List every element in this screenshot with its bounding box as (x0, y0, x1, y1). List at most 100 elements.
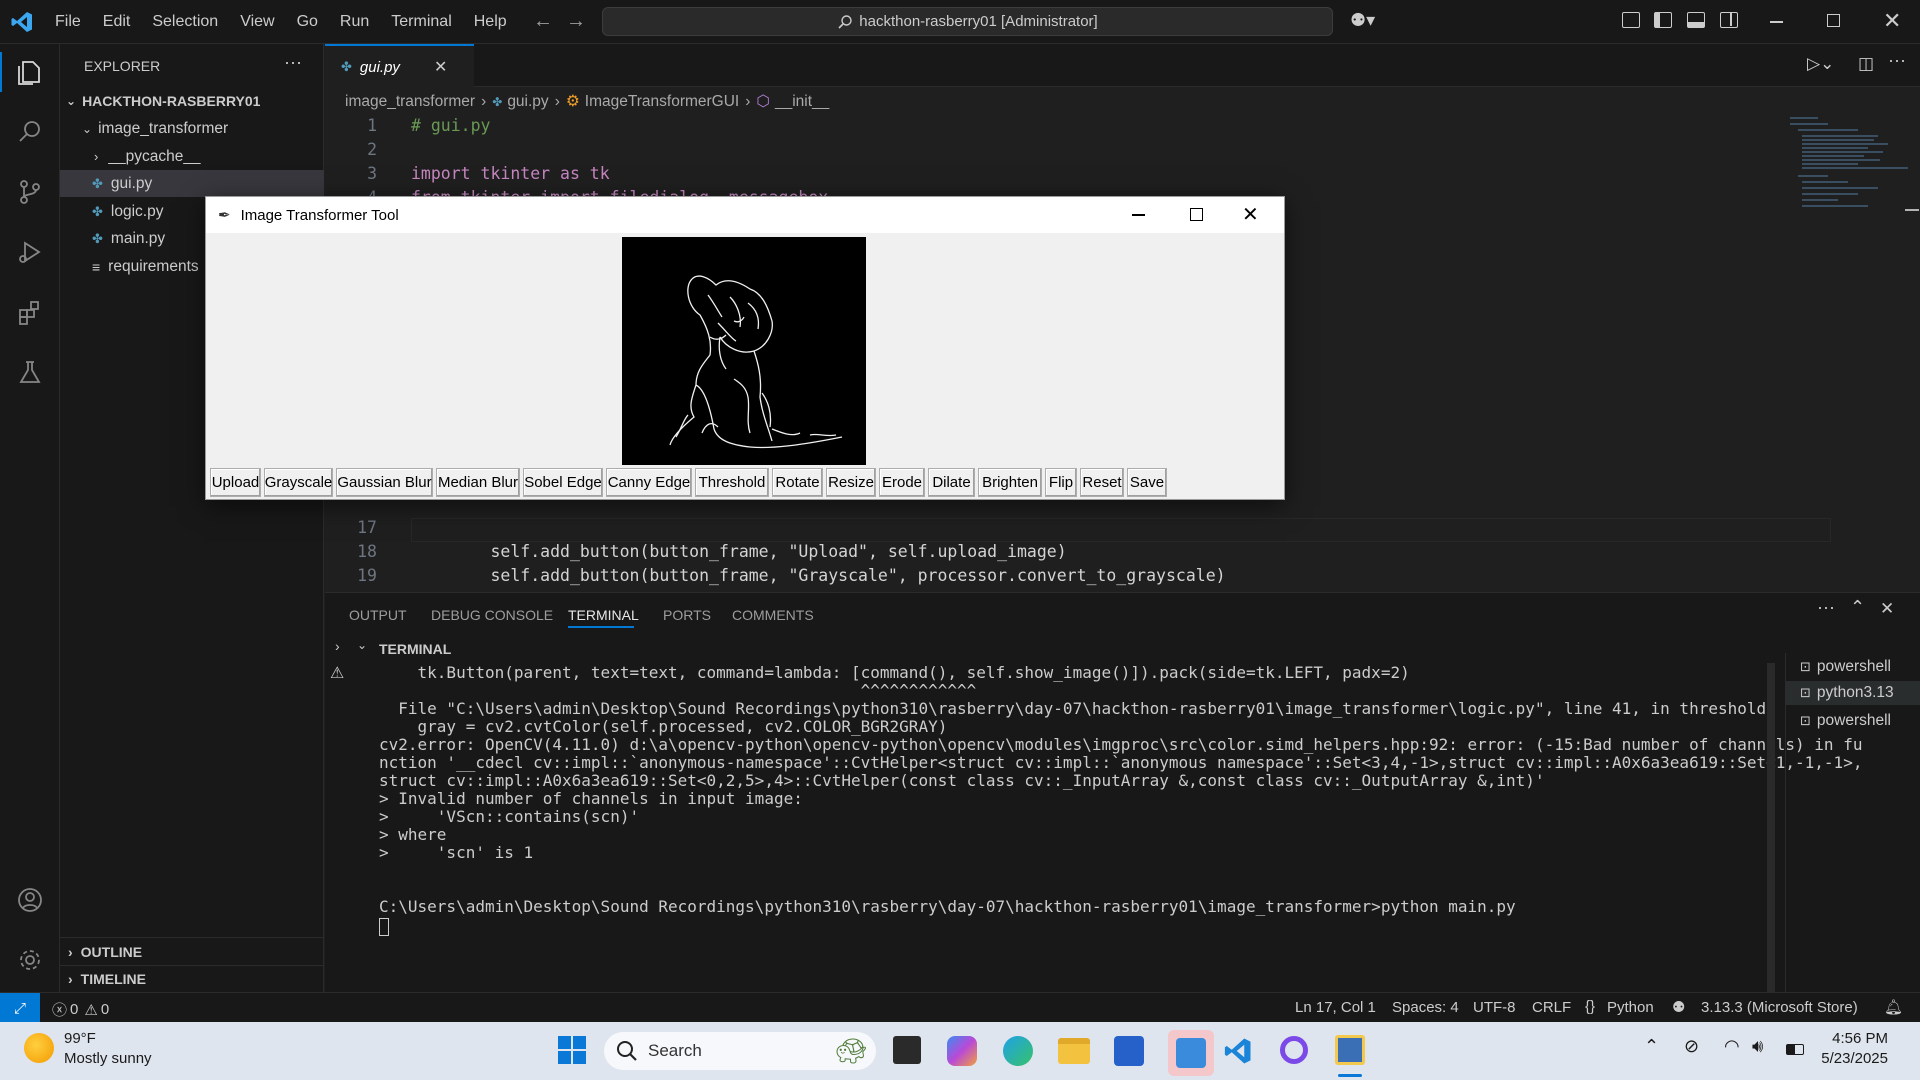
battery-icon[interactable] (1786, 1044, 1804, 1055)
reset-button[interactable]: Reset (1080, 468, 1124, 497)
edge-browser-icon[interactable] (1003, 1036, 1033, 1066)
menu-go[interactable]: Go (286, 13, 329, 31)
resize-button[interactable]: Resize (826, 468, 876, 497)
code-line[interactable]: 3 import tkinter as tk (325, 164, 610, 188)
wifi-icon[interactable]: ◠ (1724, 1036, 1740, 1057)
copilot-icon[interactable]: ⚉▾ (1350, 10, 1375, 31)
vscode-taskbar-icon[interactable] (1223, 1036, 1253, 1066)
menu-edit[interactable]: Edit (92, 13, 142, 31)
editor-more-icon[interactable]: ··· (1888, 50, 1906, 71)
timeline-section[interactable]: › TIMELINE (60, 965, 324, 992)
chevron-down-icon[interactable]: ⌄ (357, 638, 367, 652)
file-explorer-icon[interactable] (1058, 1038, 1090, 1064)
more-actions-icon[interactable]: ··· (284, 52, 302, 73)
clock-date[interactable]: 5/23/2025 (1818, 1050, 1888, 1067)
language-mode[interactable]: Python (1607, 999, 1654, 1016)
maximize-panel-icon[interactable]: ⌃ (1850, 597, 1865, 618)
code-line[interactable]: 18 self.add_button(button_frame, "Upload… (325, 542, 1067, 566)
close-icon[interactable]: ✕ (1242, 202, 1259, 227)
panel-more-icon[interactable]: ··· (1817, 597, 1835, 618)
maximize-icon[interactable] (1190, 208, 1203, 221)
save-button[interactable]: Save (1127, 468, 1167, 497)
encoding[interactable]: UTF-8 (1473, 999, 1516, 1016)
canny-edge-button[interactable]: Canny Edge (606, 468, 692, 497)
minimize-icon[interactable] (1132, 214, 1145, 216)
code-line[interactable]: 2 (325, 140, 385, 164)
microsoft-store-icon[interactable] (1114, 1036, 1144, 1066)
brighten-button[interactable]: Brighten (978, 468, 1042, 497)
median-blur-button[interactable]: Median Blur (436, 468, 520, 497)
problems-status[interactable]: ⓧ 0 ⚠ 0 (52, 999, 109, 1020)
menu-help[interactable]: Help (463, 13, 518, 31)
folder-pycache[interactable]: › __pycache__ (60, 143, 324, 170)
tab-comments[interactable]: COMMENTS (732, 607, 814, 623)
minimap[interactable] (1788, 114, 1920, 224)
command-center[interactable]: hackthon-rasberry01 [Administrator] (602, 7, 1333, 36)
toggle-panel-icon[interactable] (1687, 12, 1705, 28)
notifications-bell-icon[interactable]: 🔔︎ (1884, 998, 1903, 1016)
toggle-secondary-sidebar-icon[interactable] (1720, 12, 1738, 28)
dilate-button[interactable]: Dilate (928, 468, 975, 497)
terminal-list-item[interactable]: ⊡ powershell (1786, 709, 1920, 733)
taskbar-active-app[interactable] (1168, 1030, 1214, 1076)
end-of-line[interactable]: CRLF (1532, 999, 1571, 1016)
browser-app-icon[interactable] (1280, 1036, 1308, 1064)
file-gui-py[interactable]: ✤ gui.py (60, 170, 324, 197)
breadcrumb-file[interactable]: gui.py (507, 93, 548, 111)
tab-output[interactable]: OUTPUT (349, 607, 407, 623)
terminal-scrollbar[interactable] (1767, 663, 1775, 993)
chevron-right-icon[interactable]: › (335, 638, 340, 654)
copilot-app-icon[interactable] (947, 1036, 977, 1066)
network-off-icon[interactable]: ⊘ (1684, 1036, 1699, 1057)
terminal-output[interactable]: tk.Button(parent, text=text, command=lam… (355, 663, 1862, 993)
windows-start-icon[interactable] (557, 1035, 587, 1065)
toggle-primary-sidebar-icon[interactable] (1654, 12, 1672, 28)
tk-title-bar[interactable]: ✒ Image Transformer Tool ✕ (206, 197, 1284, 233)
testing-icon[interactable] (0, 344, 60, 400)
gaussian-blur-button[interactable]: Gaussian Blur (336, 468, 433, 497)
code-line[interactable]: 1 # gui.py (325, 116, 490, 140)
close-tab-icon[interactable]: ✕ (434, 57, 447, 77)
tab-terminal[interactable]: TERMINAL (568, 607, 639, 623)
sobel-edge-button[interactable]: Sobel Edge (523, 468, 603, 497)
flip-button[interactable]: Flip (1045, 468, 1077, 497)
breadcrumb-folder[interactable]: image_transformer (345, 93, 475, 111)
tab-debug-console[interactable]: DEBUG CONSOLE (431, 607, 553, 623)
tab-gui-py[interactable]: ✤ gui.py ✕ (325, 44, 474, 88)
run-debug-icon[interactable] (0, 224, 60, 280)
code-line[interactable]: 19 self.add_button(button_frame, "Graysc… (325, 566, 1225, 590)
python-interpreter[interactable]: 3.13.3 (Microsoft Store) (1701, 999, 1858, 1016)
forward-arrow-icon[interactable]: → (566, 10, 586, 33)
extensions-icon[interactable] (0, 284, 60, 340)
run-python-icon[interactable]: ▷⌄ (1807, 54, 1834, 74)
menu-file[interactable]: File (44, 13, 92, 31)
breadcrumb-method[interactable]: __init__ (775, 93, 829, 111)
erode-button[interactable]: Erode (879, 468, 925, 497)
rotate-button[interactable]: Rotate (772, 468, 823, 497)
source-control-icon[interactable] (0, 164, 60, 220)
restore-icon[interactable] (1827, 14, 1840, 27)
grayscale-button[interactable]: Grayscale (264, 468, 333, 497)
taskbar-search[interactable]: Search 🐢︎ (604, 1032, 876, 1070)
menu-view[interactable]: View (229, 13, 285, 31)
accounts-icon[interactable] (0, 872, 60, 928)
minimize-icon[interactable] (1770, 21, 1783, 23)
menu-terminal[interactable]: Terminal (380, 13, 462, 31)
cursor-position[interactable]: Ln 17, Col 1 (1295, 999, 1376, 1016)
indentation[interactable]: Spaces: 4 (1392, 999, 1459, 1016)
upload-button[interactable]: Upload (210, 468, 261, 497)
manage-gear-icon[interactable] (0, 932, 60, 988)
copilot-status-icon[interactable]: ⚉ (1672, 998, 1685, 1016)
tab-ports[interactable]: PORTS (663, 607, 711, 623)
search-view-icon[interactable] (0, 104, 60, 160)
remote-indicator-icon[interactable]: ⤢ (0, 993, 40, 1023)
task-view-icon[interactable] (893, 1036, 921, 1064)
breadcrumb-class[interactable]: ImageTransformerGUI (585, 93, 739, 111)
weather-desc[interactable]: Mostly sunny (64, 1050, 152, 1067)
threshold-button[interactable]: Threshold (695, 468, 769, 497)
terminal-list-item[interactable]: ⊡ powershell (1786, 655, 1920, 679)
workspace-root[interactable]: ⌄ HACKTHON-RASBERRY01 (60, 87, 324, 114)
customize-layout-icon[interactable] (1622, 12, 1640, 28)
terminal-list-item-active[interactable]: ⊡ python3.13 (1786, 681, 1920, 705)
show-hidden-icons-icon[interactable]: ⌃ (1644, 1036, 1659, 1057)
